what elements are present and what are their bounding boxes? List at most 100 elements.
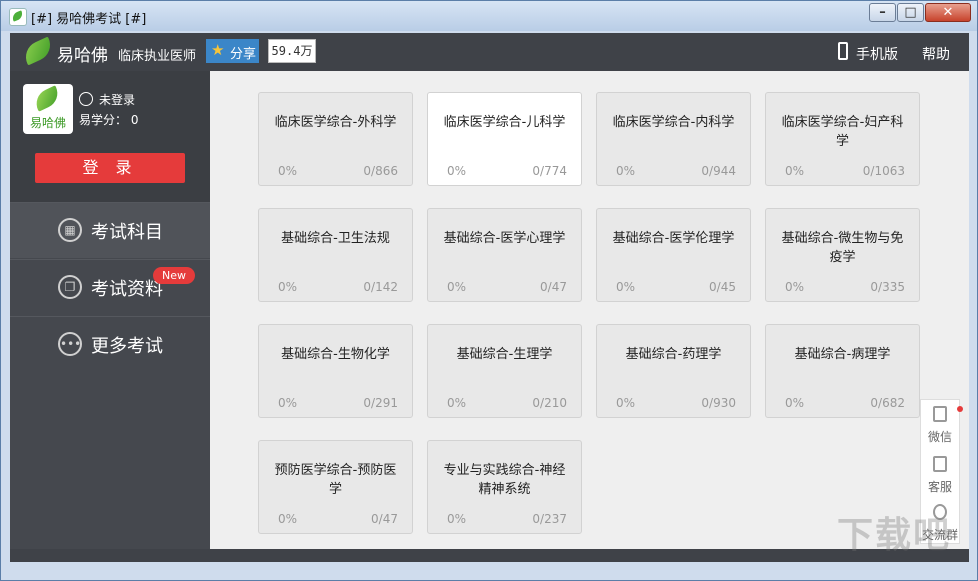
customer-service-label: 客服 [927, 480, 952, 494]
user-icon [79, 92, 93, 106]
phone-icon [838, 42, 848, 60]
app-leaf-icon [9, 8, 27, 26]
subject-card[interactable]: 基础综合-生理学 0% 0/210 [427, 324, 582, 418]
title-bar[interactable]: [#] 易哈佛考试 [#] – □ ✕ [1, 1, 977, 31]
subject-card[interactable]: 临床医学综合-妇产科学 0% 0/1063 [765, 92, 920, 186]
subject-count: 0/210 [532, 396, 567, 410]
avatar-text: 易哈佛 [29, 116, 66, 130]
subject-card[interactable]: 基础综合-生物化学 0% 0/291 [258, 324, 413, 418]
subject-name: 临床医学综合-妇产科学 [781, 115, 904, 149]
subject-count: 0/682 [870, 396, 905, 410]
subject-card[interactable]: 临床医学综合-外科学 0% 0/866 [258, 92, 413, 186]
subject-count: 0/45 [709, 280, 736, 294]
subject-count: 0/930 [701, 396, 736, 410]
subject-count: 0/47 [371, 512, 398, 526]
watermark: 下载吧 [837, 515, 952, 556]
subject-count: 0/944 [701, 164, 736, 178]
study-points: 易学分： 0 [79, 113, 139, 127]
nav-item-more-exams[interactable]: ••• 更多考试 [10, 316, 210, 372]
new-badge: New [153, 267, 195, 284]
subject-name: 基础综合-生理学 [456, 347, 553, 362]
avatar[interactable]: 易哈佛 [23, 84, 73, 134]
share-label: 分享 [230, 47, 257, 62]
subject-card[interactable]: 基础综合-卫生法规 0% 0/142 [258, 208, 413, 302]
subject-card[interactable]: 基础综合-微生物与免疫学 0% 0/335 [765, 208, 920, 302]
status-bar [10, 549, 969, 562]
avatar-leaf-icon [31, 85, 63, 112]
subject-name: 专业与实践综合-神经精神系统 [443, 463, 566, 497]
subject-name: 基础综合-微生物与免疫学 [781, 231, 904, 265]
grid-icon: ▦ [58, 218, 82, 242]
share-button[interactable]: ★ 分享 [206, 39, 259, 63]
subject-progress: 0% [785, 396, 805, 410]
subject-count: 0/335 [870, 280, 905, 294]
user-profile: 易哈佛 未登录 易学分： 0 登 录 [10, 71, 210, 202]
wechat-label: 微信 [927, 430, 952, 444]
nav-label: 更多考试 [91, 336, 163, 357]
nav-label: 考试科目 [91, 222, 163, 243]
nav-label: 考试资料 [91, 279, 163, 300]
notification-dot [957, 406, 963, 412]
help-link[interactable]: 帮助 [922, 44, 950, 64]
subject-progress: 0% [447, 512, 467, 526]
subject-card[interactable]: 基础综合-医学伦理学 0% 0/45 [596, 208, 751, 302]
subject-count: 0/1063 [862, 164, 905, 178]
maximize-icon: □ [904, 5, 917, 20]
close-button[interactable]: ✕ [925, 3, 971, 22]
subject-card[interactable]: 临床医学综合-儿科学 0% 0/774 [427, 92, 582, 186]
nav-item-exam-subjects[interactable]: ▦ 考试科目 [10, 202, 210, 258]
subject-card[interactable]: 基础综合-医学心理学 0% 0/47 [427, 208, 582, 302]
wechat-button[interactable]: 微信 [921, 400, 963, 446]
wechat-icon [933, 406, 947, 422]
customer-service-button[interactable]: 客服 [921, 450, 959, 496]
subject-name: 基础综合-生物化学 [281, 347, 390, 362]
subject-progress: 0% [447, 280, 467, 294]
subject-count: 0/866 [363, 164, 398, 178]
subject-progress: 0% [447, 164, 467, 178]
subject-name: 基础综合-卫生法规 [281, 231, 390, 246]
subject-count: 0/47 [540, 280, 567, 294]
subject-count: 0/774 [532, 164, 567, 178]
subject-card[interactable]: 基础综合-病理学 0% 0/682 [765, 324, 920, 418]
subject-name: 预防医学综合-预防医学 [274, 463, 397, 497]
subject-progress: 0% [616, 280, 636, 294]
subject-grid: 临床医学综合-外科学 0% 0/866 临床医学综合-儿科学 0% 0/774 … [210, 71, 969, 549]
subject-progress: 0% [278, 164, 298, 178]
login-button[interactable]: 登 录 [35, 153, 185, 183]
share-count: 59.4万 [268, 39, 316, 63]
minimize-icon: – [879, 5, 886, 20]
subject-card[interactable]: 临床医学综合-内科学 0% 0/944 [596, 92, 751, 186]
subject-progress: 0% [278, 396, 298, 410]
exam-subject-selector[interactable]: 临床执业医师 [118, 45, 196, 64]
sidebar: 易哈佛 未登录 易学分： 0 登 录 ▦ 考试科目 ❐ 考试资料 New •••… [10, 71, 210, 549]
subject-progress: 0% [278, 280, 298, 294]
brand-name: 易哈佛 [57, 46, 108, 66]
subject-count: 0/291 [363, 396, 398, 410]
subject-card[interactable]: 预防医学综合-预防医学 0% 0/47 [258, 440, 413, 534]
subject-name: 临床医学综合-内科学 [612, 115, 735, 130]
minimize-button[interactable]: – [869, 3, 896, 22]
top-header: 易哈佛 临床执业医师 ★ 分享 59.4万 手机版 帮助 [10, 33, 969, 71]
nav-item-exam-materials[interactable]: ❐ 考试资料 New [10, 259, 210, 315]
subject-name: 基础综合-药理学 [625, 347, 722, 362]
subject-progress: 0% [616, 396, 636, 410]
star-icon: ★ [211, 41, 225, 59]
subject-count: 0/142 [363, 280, 398, 294]
window-title: [#] 易哈佛考试 [#] [31, 12, 147, 27]
logo-leaf-icon [20, 36, 56, 66]
more-icon: ••• [58, 332, 82, 356]
chat-icon [933, 456, 947, 472]
subject-progress: 0% [785, 164, 805, 178]
login-status: 未登录 [79, 91, 135, 108]
documents-icon: ❐ [58, 275, 82, 299]
mobile-version-label: 手机版 [856, 47, 898, 63]
subject-card[interactable]: 专业与实践综合-神经精神系统 0% 0/237 [427, 440, 582, 534]
maximize-button[interactable]: □ [897, 3, 924, 22]
login-status-text: 未登录 [99, 93, 136, 107]
subject-name: 临床医学综合-外科学 [274, 115, 397, 130]
subject-progress: 0% [278, 512, 298, 526]
subject-card[interactable]: 基础综合-药理学 0% 0/930 [596, 324, 751, 418]
subject-progress: 0% [616, 164, 636, 178]
subject-name: 临床医学综合-儿科学 [443, 115, 566, 130]
subject-name: 基础综合-医学伦理学 [612, 231, 735, 246]
